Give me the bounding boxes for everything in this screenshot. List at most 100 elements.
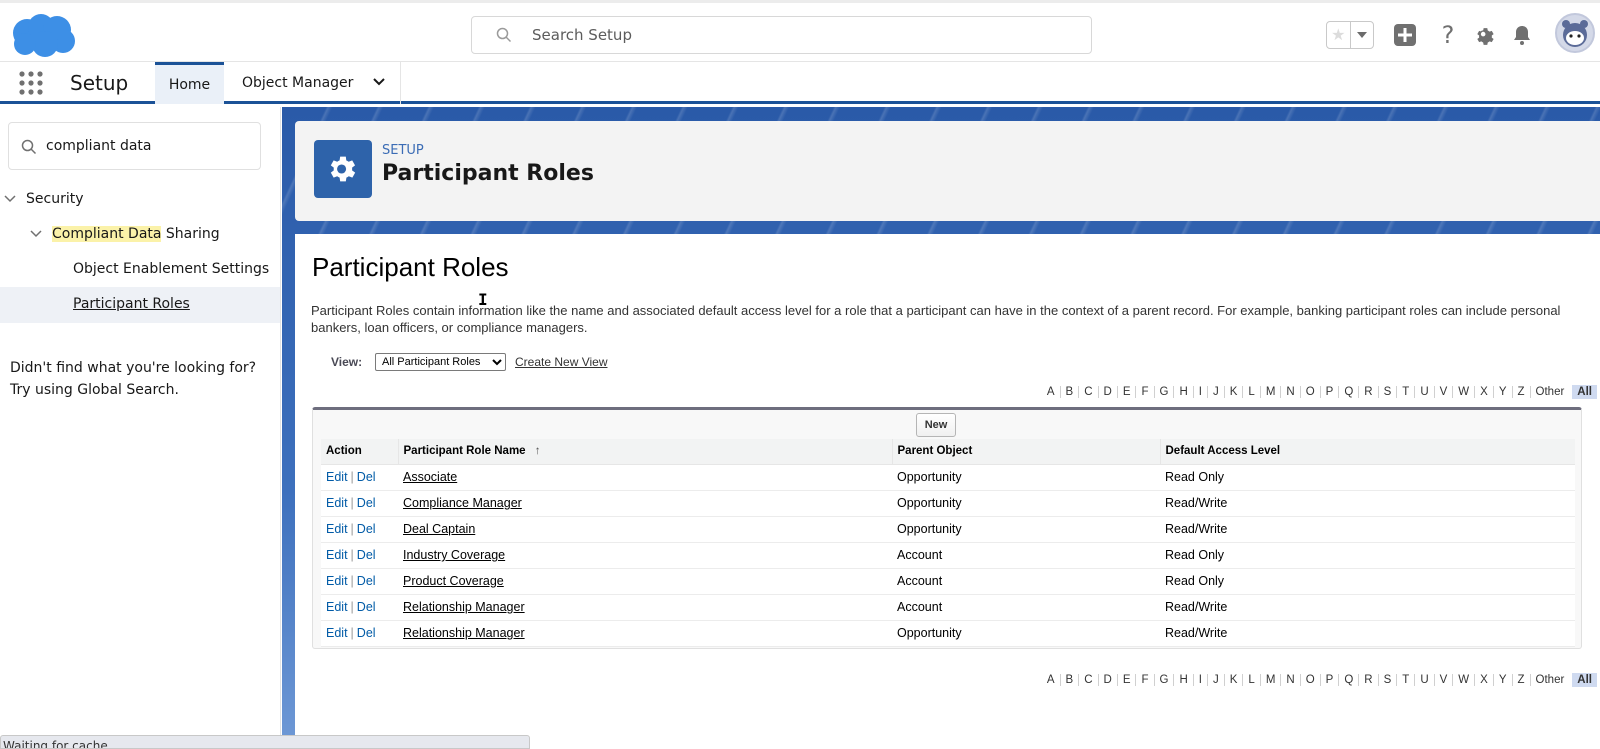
delete-link[interactable]: Del bbox=[357, 574, 376, 588]
alpha-filter-p[interactable]: P bbox=[1319, 386, 1339, 398]
tree-item-object-enablement-settings[interactable]: Object Enablement Settings bbox=[73, 261, 269, 277]
alpha-filter-e[interactable]: E bbox=[1116, 674, 1136, 686]
alpha-filter-x[interactable]: X bbox=[1474, 674, 1493, 686]
column-header-parent-object[interactable]: Parent Object bbox=[892, 439, 1161, 465]
create-new-view-link[interactable]: Create New View bbox=[515, 355, 607, 369]
alpha-filter-f[interactable]: F bbox=[1135, 386, 1153, 398]
alpha-filter-m[interactable]: M bbox=[1259, 674, 1281, 686]
alpha-filter-l[interactable]: L bbox=[1242, 386, 1259, 398]
alpha-filter-e[interactable]: E bbox=[1116, 386, 1136, 398]
role-name-link[interactable]: Relationship Manager bbox=[403, 626, 525, 640]
role-name-link[interactable]: Industry Coverage bbox=[403, 548, 505, 562]
edit-link[interactable]: Edit bbox=[326, 600, 348, 614]
delete-link[interactable]: Del bbox=[357, 522, 376, 536]
alpha-filter-d[interactable]: D bbox=[1097, 674, 1117, 686]
delete-link[interactable]: Del bbox=[357, 548, 376, 562]
alpha-filter-o[interactable]: O bbox=[1299, 386, 1320, 398]
alpha-filter-u[interactable]: U bbox=[1414, 674, 1433, 686]
alpha-filter-r[interactable]: R bbox=[1358, 386, 1377, 398]
role-name-link[interactable]: Relationship Manager bbox=[403, 600, 525, 614]
setup-search-box[interactable] bbox=[471, 16, 1092, 54]
chevron-down-icon[interactable] bbox=[28, 229, 44, 239]
alpha-filter-n[interactable]: N bbox=[1280, 674, 1299, 686]
alpha-filter-s[interactable]: S bbox=[1377, 386, 1397, 398]
alpha-filter-z[interactable]: Z bbox=[1511, 674, 1530, 686]
chevron-down-icon[interactable] bbox=[372, 75, 386, 89]
alpha-filter-v[interactable]: V bbox=[1433, 386, 1453, 398]
role-name-link[interactable]: Product Coverage bbox=[403, 574, 504, 588]
edit-link[interactable]: Edit bbox=[326, 522, 348, 536]
alpha-filter-h[interactable]: H bbox=[1173, 674, 1192, 686]
edit-link[interactable]: Edit bbox=[326, 574, 348, 588]
alpha-filter-all[interactable]: All bbox=[1572, 385, 1597, 399]
delete-link[interactable]: Del bbox=[357, 470, 376, 484]
alpha-filter-d[interactable]: D bbox=[1097, 386, 1117, 398]
alpha-filter-o[interactable]: O bbox=[1299, 674, 1320, 686]
setup-search-input[interactable] bbox=[532, 23, 1072, 47]
alpha-filter-g[interactable]: G bbox=[1153, 386, 1174, 398]
new-button[interactable]: New bbox=[916, 413, 956, 437]
delete-link[interactable]: Del bbox=[357, 600, 376, 614]
quick-find-input[interactable] bbox=[46, 135, 246, 157]
alpha-filter-m[interactable]: M bbox=[1259, 386, 1281, 398]
alpha-filter-a[interactable]: A bbox=[1042, 386, 1060, 398]
role-name-link[interactable]: Deal Captain bbox=[403, 522, 475, 536]
column-header-role-name[interactable]: Participant Role Name ↑ bbox=[398, 439, 893, 465]
tab-object-manager[interactable]: Object Manager bbox=[228, 62, 401, 104]
alpha-filter-x[interactable]: X bbox=[1474, 386, 1493, 398]
alpha-filter-j[interactable]: J bbox=[1206, 386, 1224, 398]
alpha-filter-t[interactable]: T bbox=[1396, 674, 1414, 686]
alpha-filter-b[interactable]: B bbox=[1059, 674, 1079, 686]
alpha-filter-w[interactable]: W bbox=[1452, 386, 1474, 398]
alpha-filter-u[interactable]: U bbox=[1414, 386, 1433, 398]
alpha-filter-l[interactable]: L bbox=[1242, 674, 1259, 686]
global-actions-add-icon[interactable] bbox=[1392, 22, 1418, 48]
alpha-filter-k[interactable]: K bbox=[1223, 386, 1243, 398]
user-avatar[interactable] bbox=[1555, 13, 1595, 53]
delete-link[interactable]: Del bbox=[357, 626, 376, 640]
alpha-filter-i[interactable]: I bbox=[1192, 674, 1207, 686]
alpha-filter-other[interactable]: Other bbox=[1529, 674, 1570, 686]
alpha-filter-g[interactable]: G bbox=[1153, 674, 1174, 686]
edit-link[interactable]: Edit bbox=[326, 470, 348, 484]
alpha-filter-w[interactable]: W bbox=[1452, 674, 1474, 686]
alpha-filter-q[interactable]: Q bbox=[1338, 386, 1358, 398]
notifications-bell-icon[interactable] bbox=[1509, 22, 1535, 48]
column-header-default-access[interactable]: Default Access Level bbox=[1160, 439, 1575, 465]
quick-find-box[interactable] bbox=[8, 122, 261, 170]
salesforce-logo[interactable] bbox=[9, 11, 77, 59]
alpha-filter-z[interactable]: Z bbox=[1511, 386, 1530, 398]
edit-link[interactable]: Edit bbox=[326, 626, 348, 640]
alpha-filter-k[interactable]: K bbox=[1223, 674, 1243, 686]
alpha-filter-j[interactable]: J bbox=[1206, 674, 1224, 686]
alpha-filter-n[interactable]: N bbox=[1280, 386, 1299, 398]
tree-item-security[interactable]: Security bbox=[2, 191, 84, 207]
alpha-filter-all[interactable]: All bbox=[1572, 673, 1597, 687]
view-select[interactable]: All Participant Roles bbox=[375, 353, 506, 371]
alpha-filter-a[interactable]: A bbox=[1042, 674, 1060, 686]
alpha-filter-h[interactable]: H bbox=[1173, 386, 1192, 398]
alpha-filter-s[interactable]: S bbox=[1377, 674, 1397, 686]
alpha-filter-other[interactable]: Other bbox=[1529, 386, 1570, 398]
alpha-filter-y[interactable]: Y bbox=[1492, 674, 1512, 686]
tab-home[interactable]: Home bbox=[155, 62, 224, 104]
alpha-filter-t[interactable]: T bbox=[1396, 386, 1414, 398]
app-launcher-icon[interactable] bbox=[18, 70, 44, 96]
role-name-link[interactable]: Associate bbox=[403, 470, 457, 484]
chevron-down-icon[interactable] bbox=[2, 194, 18, 204]
alpha-filter-y[interactable]: Y bbox=[1492, 386, 1512, 398]
alpha-filter-p[interactable]: P bbox=[1319, 674, 1339, 686]
alpha-filter-b[interactable]: B bbox=[1059, 386, 1079, 398]
favorites-dropdown-icon[interactable] bbox=[1351, 22, 1374, 48]
alpha-filter-c[interactable]: C bbox=[1078, 674, 1097, 686]
delete-link[interactable]: Del bbox=[357, 496, 376, 510]
favorites-star-icon[interactable]: ★ bbox=[1327, 22, 1351, 48]
edit-link[interactable]: Edit bbox=[326, 548, 348, 562]
alpha-filter-i[interactable]: I bbox=[1192, 386, 1207, 398]
alpha-filter-v[interactable]: V bbox=[1433, 674, 1453, 686]
tree-item-compliant-data-sharing[interactable]: Compliant Data Sharing bbox=[28, 226, 220, 242]
alpha-filter-q[interactable]: Q bbox=[1338, 674, 1358, 686]
edit-link[interactable]: Edit bbox=[326, 496, 348, 510]
alpha-filter-c[interactable]: C bbox=[1078, 386, 1097, 398]
help-icon[interactable]: ? bbox=[1435, 21, 1461, 49]
